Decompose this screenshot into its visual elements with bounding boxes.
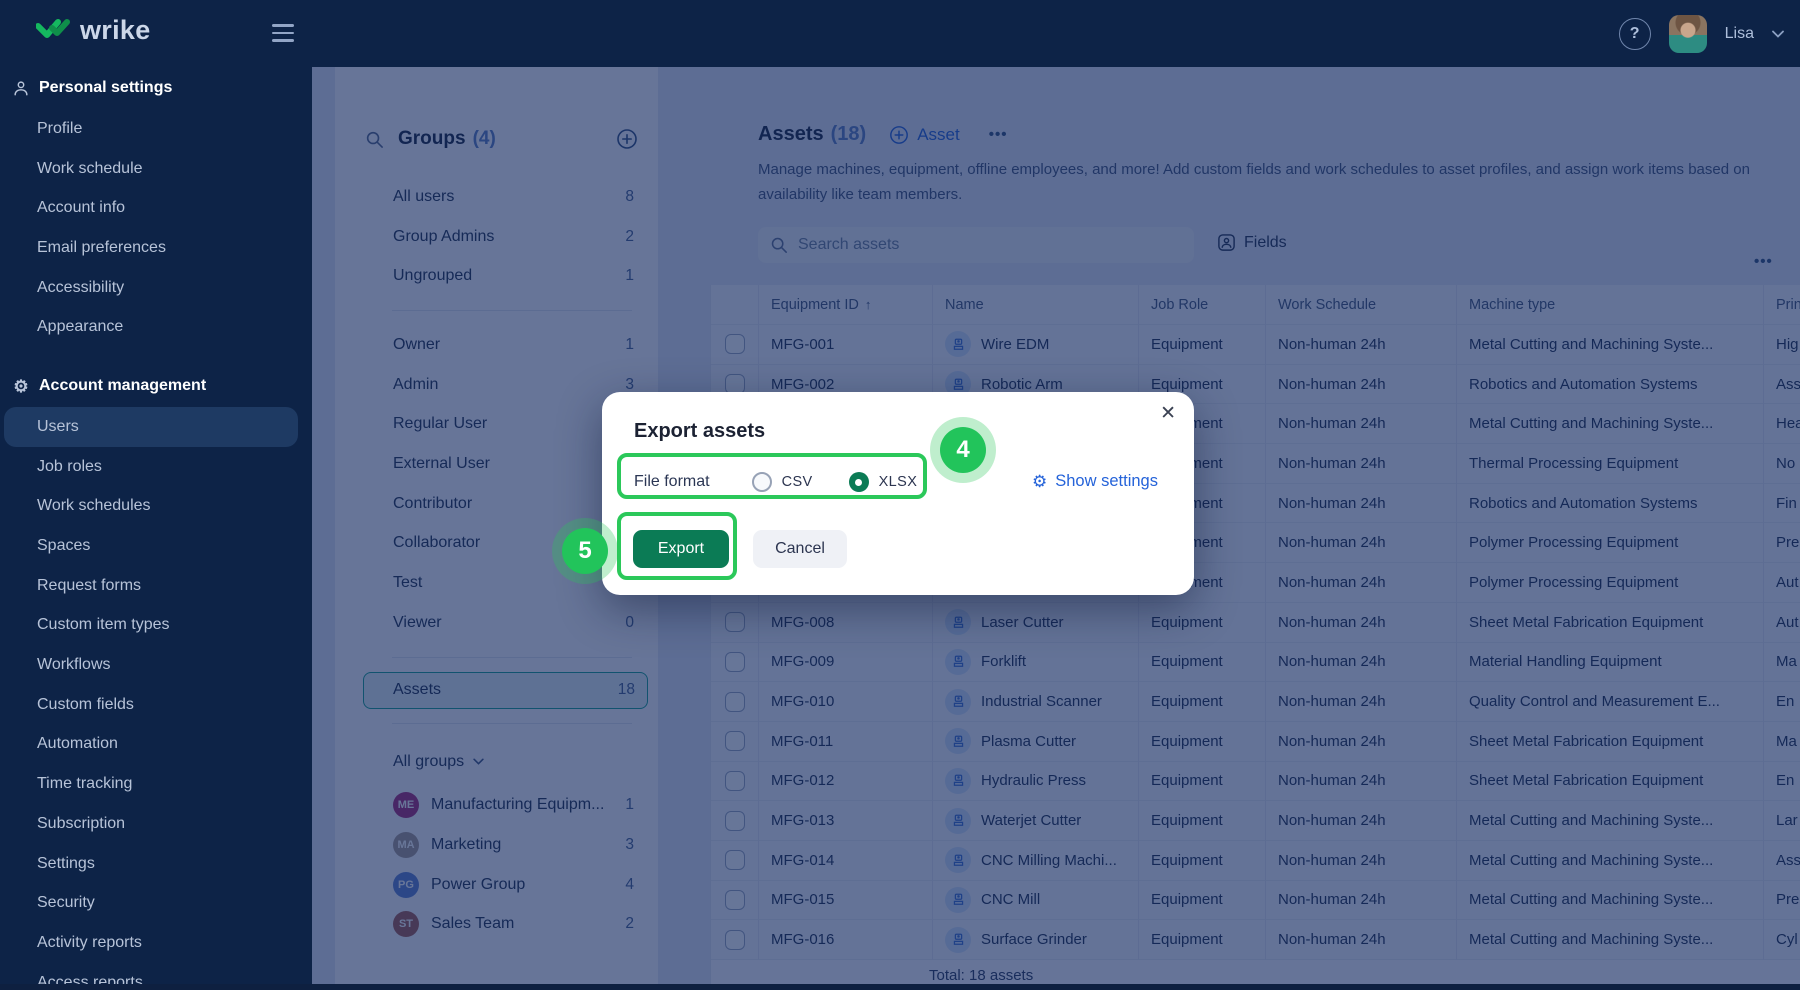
gear-icon: ⚙	[13, 376, 29, 396]
sidebar-item-security[interactable]: Security	[0, 883, 312, 923]
topbar: wrike ? Lisa	[0, 0, 1800, 67]
sidebar-item-users[interactable]: Users	[4, 407, 298, 447]
sidebar-item-account-info[interactable]: Account info	[0, 188, 312, 228]
app-window: wrike ? Lisa Personal settings Profile Wor…	[0, 0, 1800, 990]
sidebar: Personal settings Profile Work schedule Acc…	[0, 67, 312, 990]
annotation-step-4: 4	[930, 417, 996, 483]
sidebar-item-request-forms[interactable]: Request forms	[0, 566, 312, 606]
show-settings-link[interactable]: ⚙ Show settings	[1032, 472, 1158, 491]
xlsx-radio-label[interactable]: XLSX	[879, 474, 918, 490]
xlsx-radio[interactable]	[848, 472, 869, 492]
sidebar-item-work-schedule[interactable]: Work schedule	[0, 149, 312, 189]
sidebar-item-automation[interactable]: Automation	[0, 725, 312, 765]
sidebar-section-account-management: ⚙ Account management	[0, 365, 312, 407]
file-format-row: File format CSV XLSX	[634, 464, 917, 500]
sidebar-item-accessibility[interactable]: Accessibility	[0, 268, 312, 308]
modal-title: Export assets	[634, 420, 766, 442]
sidebar-section-label: Personal settings	[39, 79, 173, 96]
sidebar-section-personal-settings: Personal settings	[0, 67, 312, 109]
sidebar-item-subscription[interactable]: Subscription	[0, 804, 312, 844]
sidebar-item-activity-reports[interactable]: Activity reports	[0, 923, 312, 963]
help-icon[interactable]: ?	[1618, 17, 1651, 50]
sidebar-item-time-tracking[interactable]: Time tracking	[0, 764, 312, 804]
sidebar-sections: Personal settings Profile Work schedule Acc…	[0, 67, 312, 990]
annotation-step-5: 5	[552, 518, 618, 584]
user-avatar[interactable]	[1668, 14, 1707, 53]
export-button[interactable]: Export	[633, 530, 729, 568]
cancel-button[interactable]: Cancel	[753, 530, 847, 568]
user-icon	[12, 79, 30, 97]
wrike-logo[interactable]: wrike	[36, 15, 151, 46]
chevron-down-icon[interactable]	[1772, 30, 1784, 38]
csv-radio-label[interactable]: CSV	[782, 474, 813, 490]
wrike-logo-icon	[36, 18, 70, 44]
sidebar-item-custom-fields[interactable]: Custom fields	[0, 685, 312, 725]
sidebar-item-settings[interactable]: Settings	[0, 844, 312, 884]
sidebar-item-work-schedules[interactable]: Work schedules	[0, 487, 312, 527]
window-bottom-edge	[0, 984, 1800, 990]
sidebar-section-label: Account management	[39, 377, 207, 395]
sidebar-item-custom-item-types[interactable]: Custom item types	[0, 606, 312, 646]
sidebar-item-spaces[interactable]: Spaces	[0, 526, 312, 566]
show-settings-label: Show settings	[1055, 472, 1158, 490]
hamburger-icon[interactable]	[272, 24, 294, 42]
sidebar-item-profile[interactable]: Profile	[0, 109, 312, 149]
sidebar-item-email-preferences[interactable]: Email preferences	[0, 228, 312, 268]
wrike-logo-text: wrike	[80, 15, 151, 45]
user-name[interactable]: Lisa	[1725, 25, 1754, 43]
sidebar-item-appearance[interactable]: Appearance	[0, 307, 312, 347]
csv-radio[interactable]	[751, 472, 772, 492]
file-format-label: File format	[634, 473, 710, 490]
export-assets-modal: ✕ Export assets File format CSV XLSX ⚙ S…	[602, 392, 1194, 595]
sidebar-item-workflows[interactable]: Workflows	[0, 645, 312, 685]
gear-icon: ⚙	[1032, 472, 1048, 491]
sidebar-item-job-roles[interactable]: Job roles	[0, 447, 312, 487]
close-icon[interactable]: ✕	[1160, 402, 1176, 425]
